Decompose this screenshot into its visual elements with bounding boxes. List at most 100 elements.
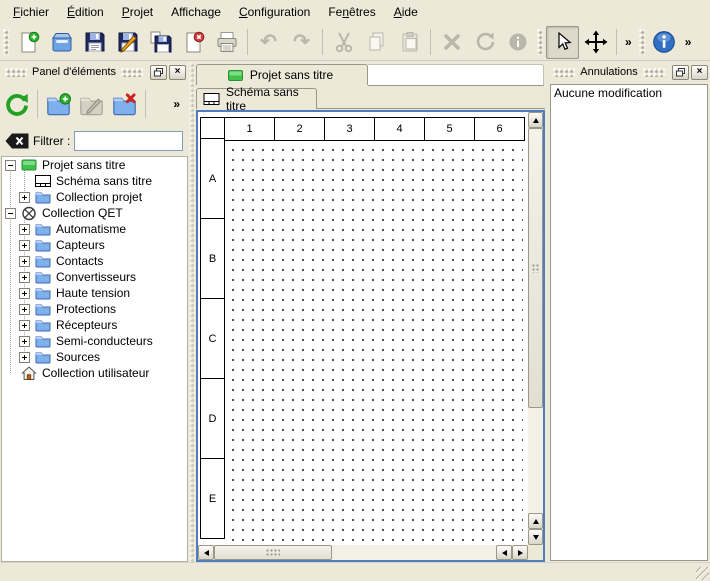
undo-list-item[interactable]: Aucune modification (551, 85, 707, 101)
expand-expander[interactable] (19, 304, 30, 315)
tree-item-automatisme[interactable]: Automatisme (2, 221, 187, 237)
close-file-button[interactable] (177, 26, 210, 59)
tab-project[interactable]: Projet sans titre (196, 64, 368, 85)
float-panel-button[interactable] (150, 65, 167, 80)
scroll-up-button[interactable] (528, 112, 543, 128)
menu-fichier[interactable]: Fichier (4, 1, 58, 23)
move-icon (584, 30, 608, 54)
menu-projet[interactable]: Projet (113, 1, 162, 23)
toolbar-overflow-chevron[interactable]: » (681, 35, 696, 49)
expand-expander[interactable] (19, 240, 30, 251)
scroll-up-button[interactable] (528, 513, 543, 529)
scroll-right-button[interactable] (512, 545, 528, 560)
menu-aide[interactable]: Aide (385, 1, 427, 23)
tree-item-protections[interactable]: Protections (2, 301, 187, 317)
menu-edition[interactable]: Édition (58, 1, 113, 23)
vertical-scroll-thumb[interactable] (528, 128, 543, 408)
scroll-left-button[interactable] (496, 545, 512, 560)
expand-expander[interactable] (19, 320, 30, 331)
new-document-icon (17, 30, 41, 54)
undo-history-list[interactable]: Aucune modification (550, 84, 708, 561)
tree-item-projet[interactable]: Projet sans titre (2, 157, 187, 173)
close-panel-button[interactable]: × (169, 65, 186, 80)
column-label: 4 (374, 117, 425, 141)
diagram-view[interactable]: 1 2 3 4 5 6 A B C D E (196, 110, 545, 562)
open-button[interactable] (45, 26, 78, 59)
expand-expander[interactable] (19, 288, 30, 299)
diagram-canvas[interactable]: 1 2 3 4 5 6 A B C D E (198, 112, 528, 545)
panel-toolbar-separator (37, 90, 38, 118)
toolbar-drag-handle[interactable] (639, 29, 645, 55)
delete-button (435, 26, 468, 59)
row-label: B (200, 218, 225, 299)
tree-item-capteurs[interactable]: Capteurs (2, 237, 187, 253)
panel-splitter[interactable] (188, 62, 196, 562)
horizontal-scrollbar[interactable] (198, 545, 528, 560)
undo-panel-title: Annulations (580, 66, 638, 78)
scroll-down-button[interactable] (528, 529, 543, 545)
close-file-icon (182, 30, 206, 54)
column-label: 6 (474, 117, 525, 141)
tree-item-recepteurs[interactable]: Récepteurs (2, 317, 187, 333)
expand-expander[interactable] (19, 192, 30, 203)
save-button[interactable] (78, 26, 111, 59)
menu-fenetres[interactable]: Fenêtres (319, 1, 384, 23)
tab-schema[interactable]: Schéma sans titre (196, 88, 317, 109)
titlebar-texture (5, 68, 27, 77)
expand-expander[interactable] (19, 224, 30, 235)
select-mode-button[interactable] (546, 26, 579, 59)
close-panel-button[interactable]: × (691, 65, 708, 80)
menu-configuration[interactable]: Configuration (230, 1, 319, 23)
reload-collections-button[interactable] (0, 88, 33, 121)
collapse-expander[interactable] (5, 160, 16, 171)
info-icon (506, 30, 530, 54)
tree-item-label: Collection utilisateur (42, 366, 149, 380)
save-as-icon (116, 30, 140, 54)
expand-expander[interactable] (19, 272, 30, 283)
save-as-button[interactable] (111, 26, 144, 59)
move-mode-button[interactable] (579, 26, 612, 59)
clear-filter-button[interactable] (5, 133, 29, 149)
float-panel-button[interactable] (672, 65, 689, 80)
save-all-button[interactable] (144, 26, 177, 59)
print-button[interactable] (210, 26, 243, 59)
diagram-grid-dots (224, 139, 523, 545)
tree-item-sources[interactable]: Sources (2, 349, 187, 365)
toolbar-drag-handle[interactable] (3, 29, 9, 55)
info-blue-button[interactable] (648, 26, 681, 59)
vertical-scrollbar[interactable] (528, 112, 543, 545)
toolbar-drag-handle[interactable] (537, 29, 543, 55)
collapse-expander[interactable] (5, 208, 16, 219)
filter-label: Filtrer : (33, 134, 70, 148)
tree-item-contacts[interactable]: Contacts (2, 253, 187, 269)
tree-item-label: Récepteurs (56, 318, 117, 332)
new-document-button[interactable] (12, 26, 45, 59)
horizontal-scroll-thumb[interactable] (214, 545, 332, 560)
expand-expander[interactable] (19, 256, 30, 267)
redo-button: ↷ (285, 26, 318, 59)
resize-grip[interactable] (696, 567, 709, 580)
menu-affichage[interactable]: Affichage (162, 1, 230, 23)
elements-panel-titlebar[interactable]: Panel d'éléments × (0, 62, 188, 82)
tree-item-collection-utilisateur[interactable]: Collection utilisateur (2, 365, 187, 381)
delete-category-button[interactable] (108, 88, 141, 121)
new-category-button[interactable] (42, 88, 75, 121)
tree-item-collection-projet[interactable]: Collection projet (2, 189, 187, 205)
expand-expander[interactable] (19, 352, 30, 363)
scroll-left-button[interactable] (198, 545, 214, 560)
undo-panel-titlebar[interactable]: Annulations × (548, 62, 710, 82)
elements-tree: Projet sans titre Schéma sans titre Coll… (1, 156, 188, 562)
tree-item-haute-tension[interactable]: Haute tension (2, 285, 187, 301)
schema-tab-bar: Schéma sans titre (196, 86, 545, 110)
tree-item-schema[interactable]: Schéma sans titre (2, 173, 187, 189)
column-label: 3 (324, 117, 375, 141)
toolbar-separator (430, 29, 431, 55)
toolbar-overflow-chevron[interactable]: » (621, 35, 636, 49)
expand-expander[interactable] (19, 336, 30, 347)
panel-overflow-chevron[interactable]: » (169, 97, 184, 111)
tree-item-collection-qet[interactable]: Collection QET (2, 205, 187, 221)
tree-item-semi-conducteurs[interactable]: Semi-conducteurs (2, 333, 187, 349)
filter-input[interactable] (74, 131, 183, 151)
blue-folder-icon (35, 222, 51, 236)
tree-item-convertisseurs[interactable]: Convertisseurs (2, 269, 187, 285)
